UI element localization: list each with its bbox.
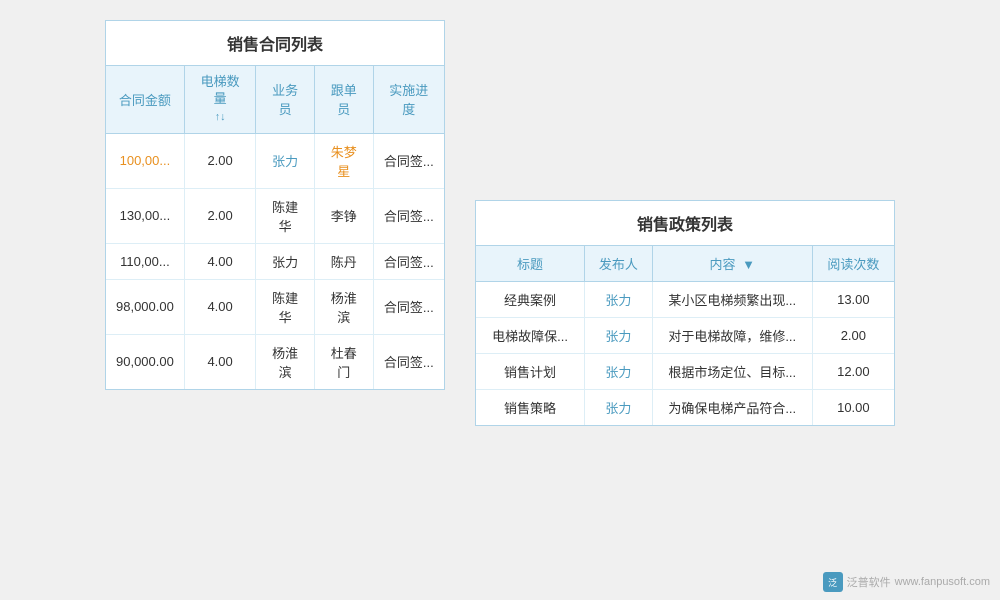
cell-salesperson[interactable]: 张力: [256, 133, 315, 188]
cell-publisher[interactable]: 张力: [585, 282, 653, 318]
cell-follower: 李铮: [314, 188, 373, 243]
cell-salesperson: 张力: [256, 243, 315, 279]
col-publisher: 发布人: [585, 246, 653, 282]
cell-follower: 杜春门: [314, 334, 373, 389]
table-row: 销售策略 张力 为确保电梯产品符合... 10.00: [476, 390, 894, 426]
cell-progress: 合同签...: [373, 243, 444, 279]
cell-amount: 130,00...: [106, 188, 184, 243]
table-row: 销售计划 张力 根据市场定位、目标... 12.00: [476, 354, 894, 390]
cell-content: 为确保电梯产品符合...: [652, 390, 812, 426]
table-row: 经典案例 张力 某小区电梯频繁出现... 13.00: [476, 282, 894, 318]
col-salesperson: 业务员: [256, 66, 315, 133]
cell-amount: 90,000.00: [106, 334, 184, 389]
table-row: 98,000.00 4.00 陈建华 杨淮滨 合同签...: [106, 279, 444, 334]
cell-amount: 110,00...: [106, 243, 184, 279]
sort-icon[interactable]: ▼: [742, 257, 755, 272]
col-reads: 阅读次数: [812, 246, 894, 282]
col-policy-title: 标题: [476, 246, 585, 282]
cell-reads: 2.00: [812, 318, 894, 354]
cell-reads: 13.00: [812, 282, 894, 318]
cell-policy-title: 电梯故障保...: [476, 318, 585, 354]
cell-follower: 陈丹: [314, 243, 373, 279]
right-table-title: 销售政策列表: [476, 201, 894, 246]
table-row: 90,000.00 4.00 杨淮滨 杜春门 合同签...: [106, 334, 444, 389]
cell-follower[interactable]: 朱梦星: [314, 133, 373, 188]
table-row: 100,00... 2.00 张力 朱梦星 合同签...: [106, 133, 444, 188]
cell-progress: 合同签...: [373, 188, 444, 243]
watermark-logo: 泛: [823, 572, 843, 592]
cell-publisher[interactable]: 张力: [585, 390, 653, 426]
cell-count: 2.00: [184, 188, 256, 243]
cell-progress: 合同签...: [373, 334, 444, 389]
col-amount: 合同金额: [106, 66, 184, 133]
cell-amount[interactable]: 100,00...: [106, 133, 184, 188]
left-table-container: 销售合同列表 合同金额 电梯数量↑↓ 业务员 跟单员 实施进度 100,00..…: [105, 20, 445, 390]
col-follower: 跟单员: [314, 66, 373, 133]
cell-count: 4.00: [184, 334, 256, 389]
left-table-header-row: 合同金额 电梯数量↑↓ 业务员 跟单员 实施进度: [106, 66, 444, 133]
table-row: 130,00... 2.00 陈建华 李铮 合同签...: [106, 188, 444, 243]
cell-publisher[interactable]: 张力: [585, 318, 653, 354]
cell-publisher[interactable]: 张力: [585, 354, 653, 390]
table-row: 电梯故障保... 张力 对于电梯故障，维修... 2.00: [476, 318, 894, 354]
cell-policy-title: 销售策略: [476, 390, 585, 426]
right-table-header-row: 标题 发布人 内容 ▼ 阅读次数: [476, 246, 894, 282]
cell-content: 某小区电梯频繁出现...: [652, 282, 812, 318]
cell-reads: 12.00: [812, 354, 894, 390]
sales-policy-table: 标题 发布人 内容 ▼ 阅读次数 经典案例 张力 某小区电梯频繁出现... 13…: [476, 246, 894, 425]
watermark-text: 泛普软件: [847, 574, 891, 590]
cell-policy-title: 销售计划: [476, 354, 585, 390]
cell-salesperson: 陈建华: [256, 188, 315, 243]
cell-salesperson: 陈建华: [256, 279, 315, 334]
left-table-title: 销售合同列表: [106, 21, 444, 66]
cell-content: 对于电梯故障，维修...: [652, 318, 812, 354]
col-content[interactable]: 内容 ▼: [652, 246, 812, 282]
cell-progress: 合同签...: [373, 279, 444, 334]
cell-progress: 合同签...: [373, 133, 444, 188]
cell-salesperson: 杨淮滨: [256, 334, 315, 389]
table-row: 110,00... 4.00 张力 陈丹 合同签...: [106, 243, 444, 279]
right-table-body: 经典案例 张力 某小区电梯频繁出现... 13.00 电梯故障保... 张力 对…: [476, 282, 894, 426]
col-progress: 实施进度: [373, 66, 444, 133]
cell-policy-title: 经典案例: [476, 282, 585, 318]
cell-follower: 杨淮滨: [314, 279, 373, 334]
cell-count: 4.00: [184, 243, 256, 279]
cell-amount: 98,000.00: [106, 279, 184, 334]
sales-contract-table: 合同金额 电梯数量↑↓ 业务员 跟单员 实施进度 100,00... 2.00 …: [106, 66, 444, 389]
cell-reads: 10.00: [812, 390, 894, 426]
right-table-container: 销售政策列表 标题 发布人 内容 ▼ 阅读次数 经典案例 张力 某小区电梯频繁出…: [475, 200, 895, 426]
content-label: 内容: [709, 257, 735, 272]
left-table-body: 100,00... 2.00 张力 朱梦星 合同签... 130,00... 2…: [106, 133, 444, 389]
col-count[interactable]: 电梯数量↑↓: [184, 66, 256, 133]
cell-count: 4.00: [184, 279, 256, 334]
watermark: 泛 泛普软件 www.fanpusoft.com: [823, 572, 990, 592]
watermark-url: www.fanpusoft.com: [895, 576, 990, 588]
cell-count: 2.00: [184, 133, 256, 188]
cell-content: 根据市场定位、目标...: [652, 354, 812, 390]
